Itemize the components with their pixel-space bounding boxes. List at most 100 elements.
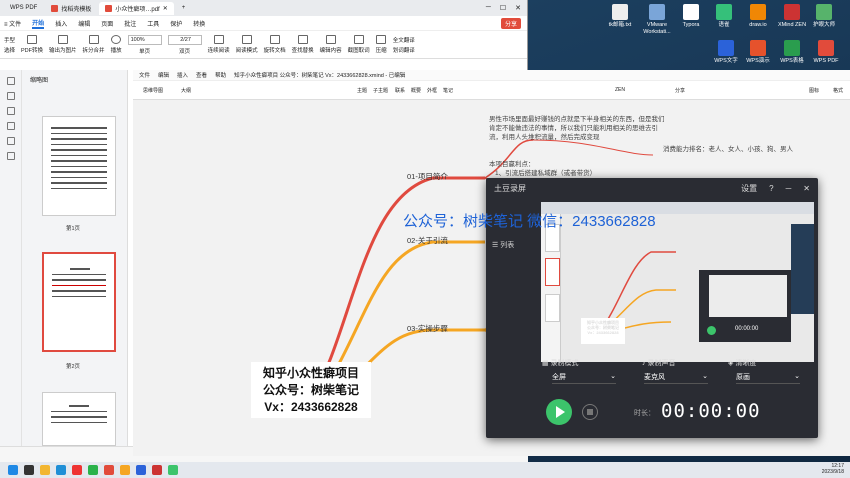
tab-templates[interactable]: 找稻壳模板 — [45, 2, 97, 15]
minimize-recorder-icon[interactable]: ─ — [786, 184, 792, 193]
boundary-button[interactable]: 外框 — [427, 87, 437, 94]
record-mode-label: ▦ 录制模式 — [542, 360, 579, 367]
desktop-icon-eyecare[interactable]: 护眼大师 — [804, 4, 844, 29]
settings-button[interactable]: 设置 — [741, 183, 757, 194]
record-audio-label: ♪ 录制声音 — [642, 360, 676, 367]
icon-panel-button[interactable]: 图标 — [809, 87, 819, 94]
attachment-icon[interactable] — [6, 122, 15, 130]
quality-select[interactable]: 原画 ⌄ — [736, 372, 800, 384]
play-button[interactable]: 播放 — [111, 35, 122, 54]
menu-tools[interactable]: 工具 — [147, 19, 159, 28]
screenshot-button[interactable]: 截图取词 — [348, 35, 370, 54]
desktop-icon-tk[interactable]: tk邮箱.txt — [600, 4, 640, 29]
menu-convert[interactable]: 转换 — [193, 19, 205, 28]
topic-02[interactable]: 02-关于引流 — [407, 235, 448, 246]
page-thumbnail-1[interactable] — [42, 116, 116, 216]
file-explorer-icon[interactable] — [40, 465, 50, 475]
xmind-menu-edit[interactable]: 编辑 — [158, 71, 169, 79]
desktop-icon-wps-pdf[interactable]: WPS PDF — [806, 40, 846, 65]
central-topic[interactable]: 知乎小众性癖项目 公众号：树柴笔记 Vx：2433662828 — [251, 362, 371, 418]
continuous-read-button[interactable]: 连续阅读 — [208, 35, 230, 54]
edge-icon[interactable] — [56, 465, 66, 475]
tab-pdf-document[interactable]: 小众性癖项…pdf ✕ — [99, 1, 174, 15]
watermark-text: 公众号：树柴笔记 微信：2433662828 — [403, 213, 656, 230]
edit-content-button[interactable]: 编辑内容 — [320, 35, 342, 54]
zoom-input[interactable]: 100% — [127, 34, 162, 45]
relationship-button[interactable]: 联系 — [395, 87, 405, 94]
translate-button[interactable]: 全文翻译 划词翻译 — [393, 36, 415, 54]
windows-start-icon[interactable] — [8, 465, 18, 475]
zoom-control[interactable]: 100% 单页 — [127, 34, 162, 55]
menu-edit[interactable]: 编辑 — [78, 19, 90, 28]
pdf-convert-button[interactable]: PDF转换 — [21, 35, 43, 54]
zen-button[interactable]: ZEN — [615, 87, 625, 93]
stop-record-button[interactable] — [582, 404, 598, 420]
summary-button[interactable]: 概要 — [411, 87, 421, 94]
format-panel-button[interactable]: 格式 — [833, 87, 843, 94]
xmind-menu-insert[interactable]: 插入 — [177, 71, 188, 79]
app-icon[interactable] — [72, 465, 82, 475]
bookmark-icon[interactable] — [6, 77, 15, 85]
menu-protect[interactable]: 保护 — [170, 19, 182, 28]
compress-button[interactable]: 压缩 — [376, 35, 387, 54]
close-tab-icon[interactable]: ✕ — [163, 5, 168, 12]
xmind-menu-view[interactable]: 查看 — [196, 71, 207, 79]
wps-taskbar-icon[interactable] — [104, 465, 114, 475]
new-tab-button[interactable]: + — [176, 2, 192, 15]
topic-01[interactable]: 01-项目简介 — [407, 171, 448, 182]
subtopic-button[interactable]: 子主题 — [373, 87, 388, 94]
share-button[interactable]: 分享 — [500, 17, 521, 29]
mindmap-tab[interactable]: 思维导图 — [143, 87, 163, 94]
topic-note-2[interactable]: 本项目赢利点： — [489, 160, 535, 169]
rotate-button[interactable]: 旋转文档 — [264, 35, 286, 54]
topic-note-1[interactable]: 男性市场里面最好赚钱的点就是下半身相关的东西，但是我们肯定不能做违法的事情，所以… — [489, 115, 665, 142]
record-mode-select[interactable]: 全屏 ⌄ — [552, 372, 616, 384]
menu-home[interactable]: 开始 — [32, 18, 45, 29]
close-icon[interactable]: ✕ — [515, 4, 521, 12]
app-icon[interactable] — [120, 465, 130, 475]
read-mode-button[interactable]: 阅读模式 — [236, 35, 258, 54]
taskview-icon[interactable] — [24, 465, 34, 475]
menu-file[interactable]: ≡ 文件 — [4, 19, 21, 28]
tab-home[interactable]: WPS PDF — [4, 2, 43, 15]
system-clock[interactable]: 12:17 2023/9/18 — [822, 463, 844, 475]
recorder-taskbar-icon[interactable] — [168, 465, 178, 475]
minimize-icon[interactable]: ─ — [486, 4, 491, 12]
comment-icon[interactable] — [6, 107, 15, 115]
menu-page[interactable]: 页面 — [101, 19, 113, 28]
xmind-menu-help[interactable]: 帮助 — [215, 71, 226, 79]
help-icon[interactable]: ? — [769, 184, 773, 193]
page-navigator[interactable]: 2/27 双页 — [167, 34, 202, 55]
recorder-title: 土豆录屏 — [494, 183, 526, 193]
split-merge-button[interactable]: 拆分合并 — [83, 35, 105, 54]
share-doc-button[interactable]: 分享 — [675, 87, 685, 94]
menu-annotate[interactable]: 批注 — [124, 19, 136, 28]
hand-tool-button[interactable]: 手型 选择 — [4, 36, 15, 54]
xmind-taskbar-icon[interactable] — [152, 465, 162, 475]
xmind-icon — [784, 4, 800, 20]
page-input[interactable]: 2/27 — [167, 34, 202, 45]
signature-icon[interactable] — [6, 137, 15, 145]
maximize-icon[interactable]: ☐ — [500, 4, 506, 12]
page-thumbnail-3[interactable] — [42, 392, 116, 446]
record-audio-select[interactable]: 麦克风 ⌄ — [644, 372, 708, 384]
thumbnail-icon[interactable] — [6, 92, 15, 100]
page-thumbnail-2[interactable] — [42, 252, 116, 352]
topic-note-4[interactable]: 消费能力排名：老人、女人、小孩、狗、男人 — [663, 145, 793, 154]
notes-button[interactable]: 笔记 — [443, 87, 453, 94]
app-icon[interactable] — [136, 465, 146, 475]
vmware-icon — [649, 4, 665, 20]
xmind-menu-file[interactable]: 文件 — [139, 71, 150, 79]
export-image-button[interactable]: 输出为图片 — [49, 35, 77, 54]
menu-insert[interactable]: 插入 — [55, 19, 67, 28]
start-record-button[interactable] — [546, 399, 572, 425]
topic-note-3[interactable]: 1、引流后搭建私域群（或者带货） — [495, 169, 596, 178]
layers-icon[interactable] — [6, 152, 15, 160]
wechat-icon[interactable] — [88, 465, 98, 475]
outline-tab[interactable]: 大纲 — [181, 87, 191, 94]
topic-button[interactable]: 主题 — [357, 87, 367, 94]
topic-03[interactable]: 03-实操步骤 — [407, 323, 448, 334]
close-recorder-icon[interactable]: ✕ — [803, 184, 810, 193]
recorder-list-button[interactable]: ☰ 列表 — [492, 240, 514, 250]
find-replace-button[interactable]: 查找替换 — [292, 35, 314, 54]
